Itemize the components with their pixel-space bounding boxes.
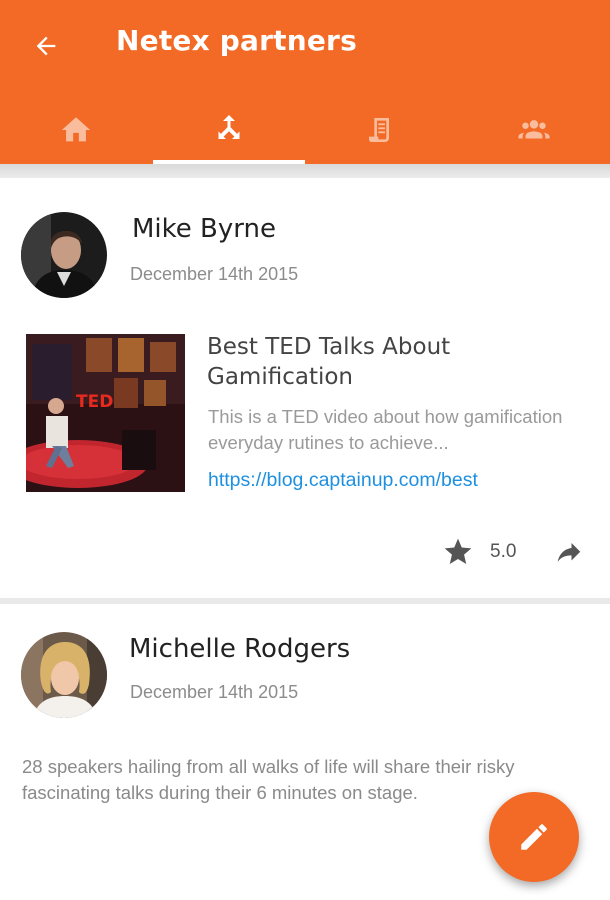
avatar-photo	[21, 632, 107, 718]
tab-bar	[0, 96, 610, 164]
ted-logo-text: TED	[76, 392, 114, 412]
tab-partners[interactable]	[152, 96, 305, 164]
tab-home[interactable]	[0, 96, 153, 164]
compose-button[interactable]	[489, 792, 579, 882]
tab-documents[interactable]	[305, 96, 458, 164]
link-description: This is a TED video about how gamificati…	[208, 406, 563, 453]
avatar[interactable]	[21, 212, 107, 298]
rating-value: 5.0	[490, 541, 517, 562]
page-title: Netex partners	[116, 24, 357, 57]
share-arrow-icon	[557, 543, 581, 562]
home-icon	[62, 117, 91, 142]
back-button[interactable]	[26, 26, 66, 66]
ted-stage-image	[26, 334, 185, 492]
post-text: 28 speakers hailing from all walks of li…	[22, 756, 515, 803]
link-title[interactable]: Best TED Talks About Gamification	[207, 332, 587, 392]
rate-button[interactable]	[441, 535, 475, 569]
post-card[interactable]: Mike Byrne December 14th 2015 TED Best T…	[0, 178, 610, 598]
author-name[interactable]: Michelle Rodgers	[129, 634, 350, 664]
pencil-icon	[521, 824, 547, 850]
post-date: December 14th 2015	[130, 264, 299, 284]
avatar-photo	[21, 212, 107, 298]
avatar[interactable]	[21, 632, 107, 718]
star-icon	[444, 538, 472, 564]
app-bar-shadow	[0, 164, 610, 178]
tab-community[interactable]	[458, 96, 610, 164]
share-button[interactable]	[552, 536, 586, 570]
document-icon	[369, 118, 390, 142]
arrow-left-icon	[36, 36, 56, 56]
video-thumbnail[interactable]: TED	[26, 334, 185, 492]
directions-split-icon	[218, 115, 240, 139]
app-bar: Netex partners	[0, 0, 610, 164]
link-url[interactable]: https://blog.captainup.com/best	[208, 469, 478, 492]
author-name[interactable]: Mike Byrne	[132, 214, 276, 244]
post-date: December 14th 2015	[130, 682, 299, 702]
group-icon	[518, 120, 550, 139]
